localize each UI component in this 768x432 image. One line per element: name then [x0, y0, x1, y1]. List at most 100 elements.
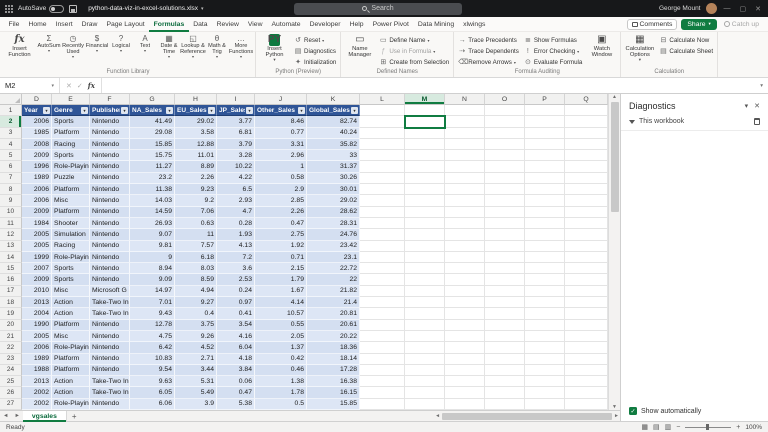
cell-Q18[interactable] — [565, 297, 608, 308]
expand-formula-bar-icon[interactable]: ▾ — [755, 78, 768, 93]
cell-E11[interactable]: Shooter — [52, 218, 90, 229]
cell-K3[interactable]: 40.24 — [307, 128, 360, 139]
cell-P10[interactable] — [525, 207, 565, 218]
cell-P23[interactable] — [525, 354, 565, 365]
cell-N12[interactable] — [445, 229, 485, 240]
cell-M7[interactable] — [405, 173, 445, 184]
cell-J4[interactable]: 3.31 — [255, 139, 307, 150]
cell-F8[interactable]: Nintendo — [90, 184, 130, 195]
cell-P16[interactable] — [525, 274, 565, 285]
cell-J24[interactable]: 0.46 — [255, 365, 307, 376]
cell-L23[interactable] — [360, 354, 405, 365]
cell-D25[interactable]: 2013 — [22, 376, 52, 387]
cell-O21[interactable] — [485, 331, 525, 342]
cell-I10[interactable]: 4.7 — [217, 207, 255, 218]
cell-L14[interactable] — [360, 252, 405, 263]
cell-E1[interactable]: Genre▾ — [52, 105, 90, 116]
cell-F3[interactable]: Nintendo — [90, 128, 130, 139]
cell-N17[interactable] — [445, 286, 485, 297]
cell-N6[interactable] — [445, 161, 485, 172]
cell-M25[interactable] — [405, 376, 445, 387]
cell-P11[interactable] — [525, 218, 565, 229]
cell-D27[interactable]: 2002 — [22, 399, 52, 410]
cell-D13[interactable]: 2005 — [22, 241, 52, 252]
cell-F13[interactable]: Nintendo — [90, 241, 130, 252]
cell-K18[interactable]: 21.4 — [307, 297, 360, 308]
row-header-21[interactable]: 21 — [0, 331, 22, 342]
cell-E24[interactable]: Platform — [52, 365, 90, 376]
cell-I21[interactable]: 4.16 — [217, 331, 255, 342]
name-box[interactable]: M2 ▾ — [0, 78, 60, 93]
cell-M15[interactable] — [405, 263, 445, 274]
search-box[interactable]: Search — [294, 3, 462, 15]
cell-J19[interactable]: 10.57 — [255, 308, 307, 319]
ribbon-button[interactable]: ✦ Initialization — [292, 57, 338, 67]
cell-D15[interactable]: 2007 — [22, 263, 52, 274]
cell-G9[interactable]: 14.03 — [130, 195, 175, 206]
row-header-7[interactable]: 7 — [0, 173, 22, 184]
cell-G17[interactable]: 14.97 — [130, 286, 175, 297]
cell-M18[interactable] — [405, 297, 445, 308]
cell-J27[interactable]: 0.5 — [255, 399, 307, 410]
ribbon-tab[interactable]: Data — [189, 17, 212, 32]
cell-J25[interactable]: 1.38 — [255, 376, 307, 387]
row-header-19[interactable]: 19 — [0, 308, 22, 319]
cell-D21[interactable]: 2005 — [22, 331, 52, 342]
cell-G10[interactable]: 14.59 — [130, 207, 175, 218]
restore-button[interactable]: ▢ — [738, 5, 749, 13]
cell-K7[interactable]: 30.26 — [307, 173, 360, 184]
cell-O24[interactable] — [485, 365, 525, 376]
cell-F21[interactable]: Nintendo — [90, 331, 130, 342]
cell-Q19[interactable] — [565, 308, 608, 319]
zoom-in-icon[interactable]: + — [736, 424, 740, 431]
cell-G6[interactable]: 11.27 — [130, 161, 175, 172]
cell-N19[interactable] — [445, 308, 485, 319]
cell-L5[interactable] — [360, 150, 405, 161]
cell-K27[interactable]: 15.85 — [307, 399, 360, 410]
cell-D16[interactable]: 2009 — [22, 274, 52, 285]
cell-K16[interactable]: 22 — [307, 274, 360, 285]
cell-H12[interactable]: 11 — [175, 229, 217, 240]
cell-E21[interactable]: Misc — [52, 331, 90, 342]
cell-F24[interactable]: Nintendo — [90, 365, 130, 376]
sheet-tab-vgsales[interactable]: vgsales — [23, 411, 67, 422]
document-title[interactable]: python-data-viz-in-excel-solutions.xlsx … — [88, 5, 203, 12]
cell-H24[interactable]: 3.44 — [175, 365, 217, 376]
ribbon-button[interactable]: → Trace Precedents — [456, 35, 521, 45]
ribbon-tab[interactable]: Formulas — [149, 17, 189, 32]
cell-M17[interactable] — [405, 286, 445, 297]
cell-H5[interactable]: 11.01 — [175, 150, 217, 161]
cell-I20[interactable]: 3.54 — [217, 320, 255, 331]
row-header-27[interactable]: 27 — [0, 399, 22, 410]
cell-J9[interactable]: 2.85 — [255, 195, 307, 206]
cell-D3[interactable]: 1985 — [22, 128, 52, 139]
column-header-M[interactable]: M — [405, 94, 445, 105]
cell-Q1[interactable] — [565, 105, 608, 116]
cell-E12[interactable]: Simulation — [52, 229, 90, 240]
cell-G24[interactable]: 9.54 — [130, 365, 175, 376]
cell-E22[interactable]: Role-Playin — [52, 342, 90, 353]
cell-E23[interactable]: Platform — [52, 354, 90, 365]
cell-H1[interactable]: EU_Sales▾ — [175, 105, 217, 116]
column-header-L[interactable]: L — [360, 94, 405, 105]
cell-E9[interactable]: Misc — [52, 195, 90, 206]
cell-G21[interactable]: 4.75 — [130, 331, 175, 342]
cell-K4[interactable]: 35.82 — [307, 139, 360, 150]
cancel-icon[interactable]: ✕ — [66, 82, 72, 90]
cell-I26[interactable]: 0.47 — [217, 387, 255, 398]
cell-O17[interactable] — [485, 286, 525, 297]
row-header-4[interactable]: 4 — [0, 139, 22, 150]
cell-N3[interactable] — [445, 128, 485, 139]
cell-H21[interactable]: 9.26 — [175, 331, 217, 342]
filter-button[interactable]: ▾ — [208, 107, 215, 114]
cell-F26[interactable]: Take-Two In — [90, 387, 130, 398]
cell-K5[interactable]: 33 — [307, 150, 360, 161]
cell-G3[interactable]: 29.08 — [130, 128, 175, 139]
cell-L13[interactable] — [360, 241, 405, 252]
cell-I3[interactable]: 6.81 — [217, 128, 255, 139]
cell-Q8[interactable] — [565, 184, 608, 195]
cell-I4[interactable]: 3.79 — [217, 139, 255, 150]
cell-H6[interactable]: 8.89 — [175, 161, 217, 172]
cell-F1[interactable]: Publisher▾ — [90, 105, 130, 116]
cell-F10[interactable]: Nintendo — [90, 207, 130, 218]
